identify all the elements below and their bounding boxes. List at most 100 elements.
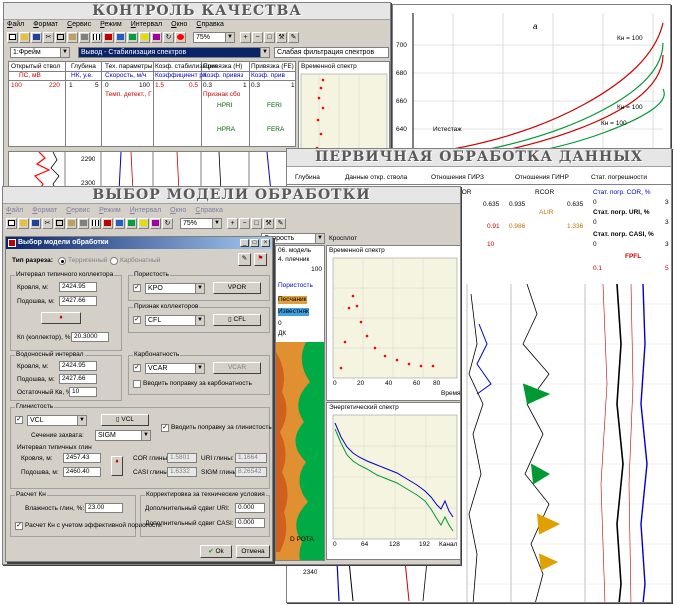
roof-input[interactable]: 2424.95	[59, 282, 97, 292]
kn-effective-checkbox[interactable]: ✓	[15, 522, 23, 530]
depth-icon[interactable]	[139, 31, 150, 43]
carbonate-button[interactable]: VCAR	[213, 362, 261, 374]
menu-mode[interactable]: Режим	[100, 20, 122, 30]
filter-icon[interactable]	[151, 31, 162, 43]
menu-help[interactable]: Справка	[195, 206, 222, 216]
pen-icon[interactable]: ✎	[288, 31, 299, 43]
zoom-out-icon[interactable]: −	[239, 217, 250, 229]
porosity-button[interactable]: VPOR	[213, 282, 261, 294]
paste-icon[interactable]	[67, 31, 78, 43]
paste-icon[interactable]	[66, 217, 77, 229]
clay-roof-input[interactable]: 2457.43	[63, 453, 101, 463]
chart-icon[interactable]	[102, 217, 113, 229]
filter-select[interactable]: Слабая фильтрация спектров	[274, 47, 389, 58]
carbonate-select[interactable]: VCAR ▼	[145, 363, 205, 374]
cut-icon[interactable]: ✂	[43, 31, 54, 43]
chevron-down-icon[interactable]: ▼	[212, 218, 221, 228]
zoom-in-icon[interactable]: +	[240, 31, 251, 43]
wet-input[interactable]: 23.00	[85, 503, 123, 513]
tools-icon[interactable]: ⚒	[263, 217, 274, 229]
tech-casi-input[interactable]: 0.000	[235, 518, 265, 528]
zoom-in-icon[interactable]: +	[227, 217, 238, 229]
chevron-down-icon[interactable]: ▼	[225, 32, 234, 42]
menu-interval[interactable]: Интервал	[130, 206, 161, 216]
stream-select[interactable]: SIGM ▼	[95, 430, 151, 441]
water-roof-input[interactable]: 2424.95	[59, 361, 97, 371]
fit-icon[interactable]: □	[264, 31, 275, 43]
tech-uri-input[interactable]: 0.000	[235, 503, 265, 513]
refresh-icon[interactable]: ↻	[163, 31, 174, 43]
menu-interval[interactable]: Интервал	[131, 20, 162, 30]
stop-icon[interactable]	[175, 31, 186, 43]
chevron-down-icon[interactable]: ▼	[195, 316, 204, 325]
menu-window[interactable]: Окно	[171, 20, 187, 30]
menu-service[interactable]: Сервис	[67, 20, 91, 30]
layer-icon[interactable]	[127, 31, 138, 43]
open-icon[interactable]	[18, 217, 29, 229]
table-icon[interactable]	[115, 31, 126, 43]
grid-icon[interactable]	[91, 31, 102, 43]
print-icon[interactable]	[78, 217, 89, 229]
fit-icon[interactable]: □	[251, 217, 262, 229]
water-base-input[interactable]: 2427.66	[59, 374, 97, 384]
chart-icon[interactable]	[103, 31, 114, 43]
zoom-out-icon[interactable]: −	[252, 31, 263, 43]
cancel-button[interactable]: Отмена	[236, 545, 270, 558]
well-select[interactable]: 1:Фрейм ▼	[10, 47, 70, 58]
menu-service[interactable]: Сервис	[66, 206, 90, 216]
pick-interval-button[interactable]: ♦	[41, 312, 81, 324]
pen-icon[interactable]: ✎	[275, 217, 286, 229]
menu-mode[interactable]: Режим	[99, 206, 121, 216]
new-icon[interactable]	[7, 31, 18, 43]
copy-icon[interactable]	[54, 217, 65, 229]
layer-icon[interactable]	[126, 217, 137, 229]
chevron-down-icon[interactable]: ▼	[141, 431, 150, 440]
menu-format[interactable]: Формат	[33, 20, 58, 30]
grid-icon[interactable]	[90, 217, 101, 229]
radio-carbonate[interactable]	[110, 257, 118, 265]
chevron-down-icon[interactable]: ▼	[260, 48, 269, 57]
table-icon[interactable]	[114, 217, 125, 229]
base-input[interactable]: 2427.66	[59, 296, 97, 306]
cut-icon[interactable]: ✂	[42, 217, 53, 229]
porosity-select[interactable]: KPO ▼	[145, 283, 205, 294]
menu-format[interactable]: Формат	[32, 206, 57, 216]
collector-button[interactable]: ▯ CFL	[213, 314, 261, 326]
menu-help[interactable]: Справка	[196, 20, 223, 30]
filter-icon[interactable]	[150, 217, 161, 229]
clay-select[interactable]: VCL ▼	[27, 415, 87, 426]
chevron-down-icon[interactable]: ▼	[195, 364, 204, 373]
tools-icon[interactable]: ⚒	[276, 31, 287, 43]
depth-icon[interactable]	[138, 217, 149, 229]
clay-base-input[interactable]: 2460.40	[63, 467, 101, 477]
carbonate-checkbox[interactable]: ✓	[133, 364, 141, 372]
chevron-down-icon[interactable]: ▼	[195, 284, 204, 293]
chevron-down-icon[interactable]: ▼	[77, 416, 86, 425]
zoom-select[interactable]: 75% ▼	[180, 217, 222, 229]
menu-file[interactable]: Файл	[6, 206, 23, 216]
minimize-button[interactable]: _	[240, 239, 249, 247]
clay-checkbox[interactable]: ✓	[15, 416, 23, 424]
carbonate-correction-checkbox[interactable]	[133, 380, 141, 388]
maximize-button[interactable]: □	[250, 239, 259, 247]
pencil-button[interactable]: ✎	[238, 253, 251, 266]
menu-window[interactable]: Окно	[170, 206, 186, 216]
clay-correction-checkbox[interactable]: ✓	[161, 424, 169, 432]
print-icon[interactable]	[79, 31, 90, 43]
clay-button[interactable]: ▯ VCL	[101, 414, 149, 426]
save-icon[interactable]	[30, 217, 41, 229]
tool-button[interactable]: ⚑	[254, 253, 267, 266]
chevron-down-icon[interactable]: ▼	[315, 234, 324, 243]
pick-clay-button[interactable]: ♦	[111, 456, 123, 476]
menu-file[interactable]: Файл	[7, 20, 24, 30]
open-icon[interactable]	[19, 31, 30, 43]
kv-input[interactable]: 10	[69, 387, 97, 397]
ok-button[interactable]: ✔ Ok	[200, 545, 232, 558]
collector-select[interactable]: CFL ▼	[145, 315, 205, 326]
collector-checkbox[interactable]: ✓	[133, 316, 141, 324]
refresh-icon[interactable]: ↻	[162, 217, 173, 229]
new-icon[interactable]	[6, 217, 17, 229]
save-icon[interactable]	[31, 31, 42, 43]
close-button[interactable]: ×	[261, 239, 270, 247]
copy-icon[interactable]	[55, 31, 66, 43]
